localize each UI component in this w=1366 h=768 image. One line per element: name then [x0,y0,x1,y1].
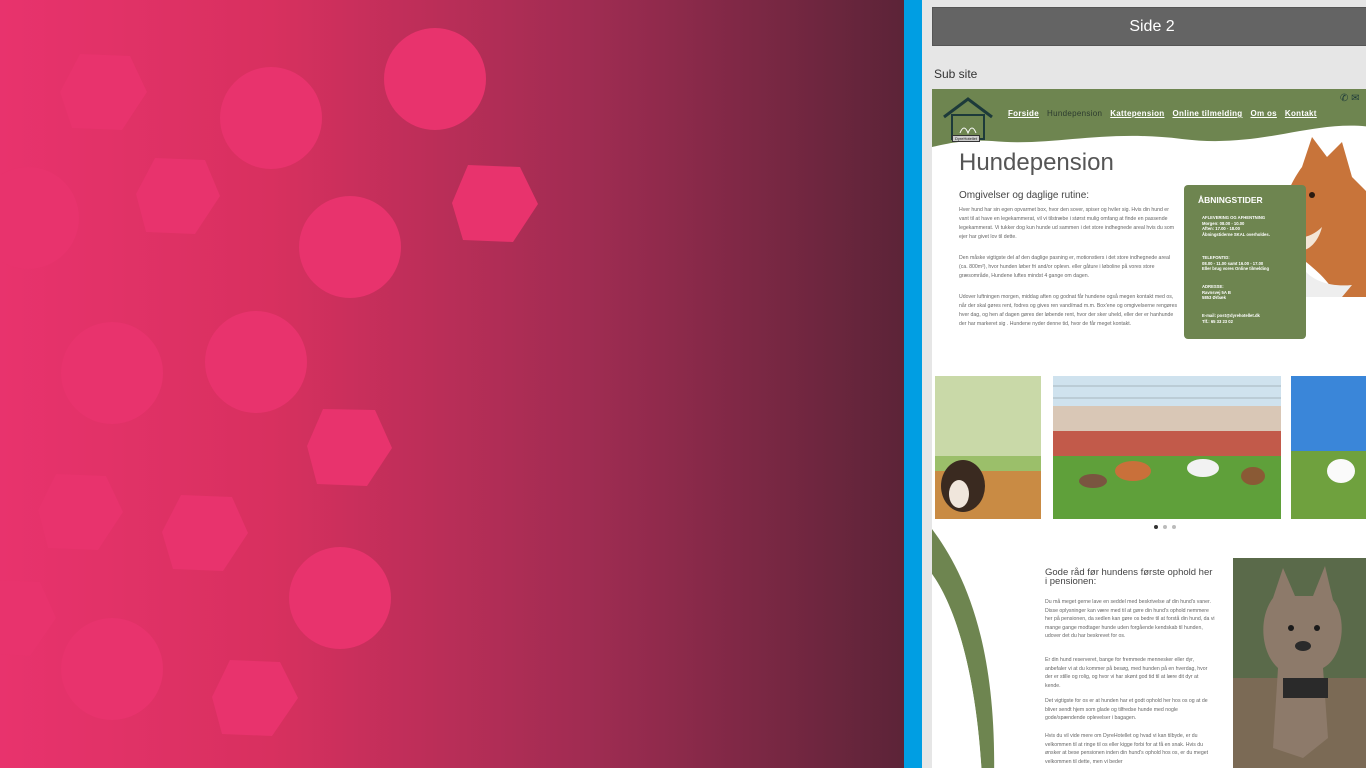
mail-icon[interactable]: ✉ [1351,93,1359,104]
gallery-dot[interactable] [1172,525,1176,529]
hexagon-shape [60,54,147,130]
nav-item-om-os[interactable]: Om os [1250,109,1276,118]
phone-icon[interactable]: ✆ [1340,93,1348,104]
intro-paragraph: Hver hund har sin egen opvarmet box, hvo… [959,207,1175,240]
hero-background-panel [0,0,904,768]
nav-item-forside[interactable]: Forside [1008,109,1039,118]
advice-paragraph: Du må meget gerne lave en seddel med bes… [1045,599,1215,640]
french-bulldog-image [1233,558,1366,768]
advice-paragraph: Hvis du vil vide mere om DyreHotellet og… [1045,733,1209,765]
contact-icons: ✆ ✉ [1340,93,1360,104]
hours-contact: E-mail: post@dyrehotellet.dk Tlf.: 65 33… [1202,313,1260,324]
hexagon-shape [0,580,56,656]
exercise-paragraph: Den måske vigtigste del af den daglige p… [959,255,1171,279]
nav-item-hundepension[interactable]: Hundepension [1047,109,1102,118]
hexagon-shape [136,158,220,234]
circle-shape [299,196,401,298]
gallery-dot[interactable] [1154,525,1158,529]
lower-wave-decoration [932,529,995,768]
gallery-pagination [1154,525,1176,529]
hours-address: ADRESSE: Ravnsvej 5A B 5853 Ørbæk [1202,284,1231,300]
hexagon-shape [307,409,392,486]
hours-dropoff: AFLEVERING OG AFHENTNING Morgen: 08.00 -… [1202,215,1270,237]
gallery-image-dog-in-field[interactable] [935,376,1041,519]
circle-shape [205,311,307,413]
circle-shape [384,28,486,130]
gallery-image-dog-on-grass[interactable] [1291,376,1366,519]
hexagon-shape [162,495,248,571]
sub-site-label: Sub site [934,67,978,81]
page-title-bar[interactable]: Side 2 [932,7,1366,46]
gallery-image-dogs-playing[interactable] [1053,376,1281,519]
advice-heading: Gode råd før hundens første ophold her i… [1045,567,1213,587]
section-heading: Omgivelser og daglige rutine: [959,190,1090,201]
routine-paragraph: Udover luftningen morgen, middag aften o… [959,294,1178,327]
nav-item-kattepension[interactable]: Kattepension [1110,109,1164,118]
nav-item-online-tilmelding[interactable]: Online tilmelding [1172,109,1242,118]
main-nav: Forside Hundepension Kattepension Online… [1008,109,1317,118]
screen: Side 2 Sub site DyreHotellet Forside Hun… [0,0,1366,768]
page-title: Hundepension [959,149,1114,176]
circle-shape [61,618,163,720]
circle-shape [61,322,163,424]
hexagon-shape [212,660,298,736]
hexagon-shape [38,474,123,550]
site-preview[interactable]: DyreHotellet Forside Hundepension Kattep… [932,89,1366,768]
circle-shape [289,547,391,649]
gallery-dot[interactable] [1163,525,1167,529]
panel-divider[interactable] [904,0,922,768]
circle-shape [0,167,79,269]
hours-phone: TELEFONTID: 08.00 - 11.00 samt 16.00 - 1… [1202,255,1270,271]
advice-paragraph: Er din hund reserveret, bange for fremme… [1045,657,1208,689]
circle-shape [220,67,322,169]
advice-paragraph: Det vigtigste for os er at hunden har et… [1045,698,1208,722]
opening-hours-title: ÅBNINGSTIDER [1198,195,1263,205]
opening-hours-box: ÅBNINGSTIDER AFLEVERING OG AFHENTNING Mo… [1184,185,1306,339]
logo-label: DyreHotellet [952,135,981,142]
hexagon-shape [452,165,538,242]
hexagon-circle-pattern [0,28,538,736]
